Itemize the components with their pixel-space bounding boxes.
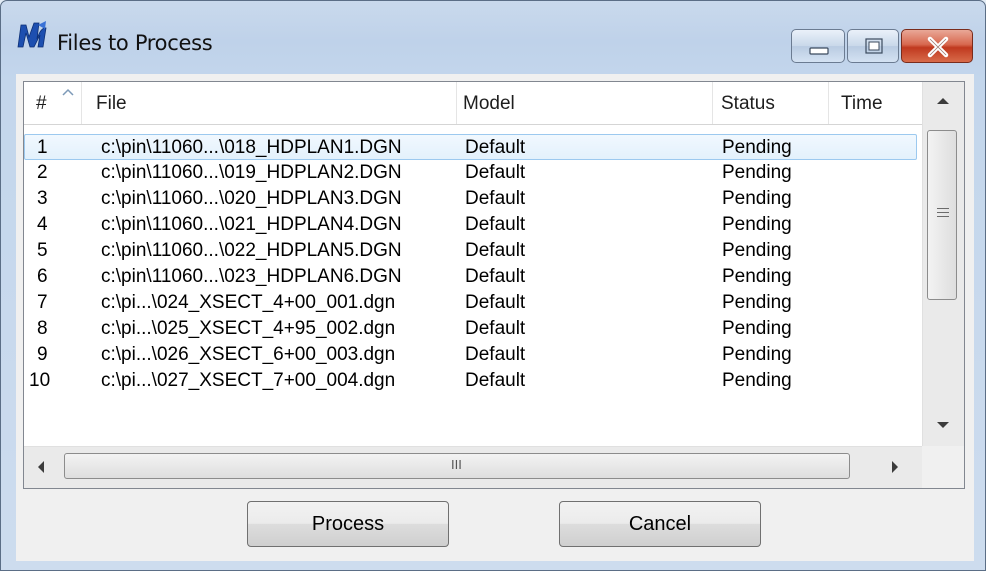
row-number: 7 <box>37 292 48 313</box>
column-header-number[interactable]: # <box>24 82 82 124</box>
table-row[interactable]: 9 c:\pi...\026_XSECT_6+00_003.dgn Defaul… <box>24 342 917 368</box>
column-header-label: # <box>36 93 47 114</box>
files-list-view[interactable]: # File Model Status Time 1 c:\pin\11060.… <box>23 81 965 489</box>
row-model: Default <box>465 266 526 287</box>
row-file: c:\pin\11060...\018_HDPLAN1.DGN <box>101 137 402 158</box>
scroll-grip-label: III <box>451 457 462 472</box>
row-model: Default <box>465 137 526 158</box>
column-header-label: Status <box>721 93 775 114</box>
row-file: c:\pin\11060...\021_HDPLAN4.DGN <box>101 214 402 235</box>
scroll-up-arrow-icon[interactable] <box>935 96 951 106</box>
row-status: Pending <box>722 344 792 365</box>
vertical-scroll-thumb[interactable] <box>927 130 957 300</box>
column-header-model[interactable]: Model <box>457 82 713 124</box>
maximize-icon <box>865 38 883 54</box>
table-row[interactable]: 4 c:\pin\11060...\021_HDPLAN4.DGN Defaul… <box>24 212 917 238</box>
column-header-label: File <box>96 93 127 114</box>
table-row[interactable]: 10 c:\pi...\027_XSECT_7+00_004.dgn Defau… <box>24 368 917 394</box>
row-number: 6 <box>37 266 48 287</box>
minimize-button[interactable] <box>791 29 845 63</box>
row-number: 5 <box>37 240 48 261</box>
row-status: Pending <box>722 370 792 391</box>
title-bar[interactable]: Files to Process <box>1 1 985 63</box>
row-number: 1 <box>37 137 48 158</box>
row-model: Default <box>465 318 526 339</box>
list-header: # File Model Status Time <box>24 82 922 125</box>
row-model: Default <box>465 344 526 365</box>
row-number: 8 <box>37 318 48 339</box>
horizontal-scrollbar[interactable]: III <box>24 446 922 488</box>
column-header-status[interactable]: Status <box>713 82 829 124</box>
sort-ascending-icon <box>62 88 74 96</box>
row-status: Pending <box>722 318 792 339</box>
row-number: 4 <box>37 214 48 235</box>
row-file: c:\pin\11060...\020_HDPLAN3.DGN <box>101 188 402 209</box>
column-header-file[interactable]: File <box>82 82 457 124</box>
column-header-time[interactable]: Time <box>829 82 922 124</box>
row-file: c:\pin\11060...\022_HDPLAN5.DGN <box>101 240 402 261</box>
files-to-process-dialog: Files to Process # File Model Status Tim… <box>0 0 986 571</box>
table-row[interactable]: 5 c:\pin\11060...\022_HDPLAN5.DGN Defaul… <box>24 238 917 264</box>
row-number: 2 <box>37 162 48 183</box>
row-number: 10 <box>29 370 51 391</box>
row-model: Default <box>465 188 526 209</box>
row-file: c:\pi...\025_XSECT_4+95_002.dgn <box>101 318 396 339</box>
close-icon <box>927 36 949 58</box>
table-row[interactable]: 7 c:\pi...\024_XSECT_4+00_001.dgn Defaul… <box>24 290 917 316</box>
row-number: 9 <box>37 344 48 365</box>
maximize-button[interactable] <box>847 29 899 63</box>
table-row[interactable]: 1 c:\pin\11060...\018_HDPLAN1.DGN Defaul… <box>24 134 917 160</box>
row-file: c:\pi...\026_XSECT_6+00_003.dgn <box>101 344 396 365</box>
scroll-right-arrow-icon[interactable] <box>890 459 900 475</box>
vertical-scrollbar[interactable] <box>922 82 964 446</box>
row-file: c:\pi...\027_XSECT_7+00_004.dgn <box>101 370 396 391</box>
microstation-app-icon <box>17 21 47 48</box>
scroll-down-arrow-icon[interactable] <box>935 420 951 430</box>
row-file: c:\pi...\024_XSECT_4+00_001.dgn <box>101 292 396 313</box>
row-status: Pending <box>722 266 792 287</box>
cancel-button[interactable]: Cancel <box>559 501 761 547</box>
row-number: 3 <box>37 188 48 209</box>
row-status: Pending <box>722 240 792 261</box>
scrollbar-corner <box>922 446 964 488</box>
scroll-left-arrow-icon[interactable] <box>36 459 46 475</box>
row-model: Default <box>465 240 526 261</box>
column-header-label: Time <box>841 93 883 114</box>
row-model: Default <box>465 214 526 235</box>
row-status: Pending <box>722 214 792 235</box>
row-model: Default <box>465 162 526 183</box>
process-button[interactable]: Process <box>247 501 449 547</box>
horizontal-scroll-thumb[interactable]: III <box>64 453 850 479</box>
close-button[interactable] <box>901 29 973 63</box>
table-row[interactable]: 6 c:\pin\11060...\023_HDPLAN6.DGN Defaul… <box>24 264 917 290</box>
window-title: Files to Process <box>57 31 213 55</box>
row-status: Pending <box>722 162 792 183</box>
row-status: Pending <box>722 137 792 158</box>
row-model: Default <box>465 370 526 391</box>
row-file: c:\pin\11060...\023_HDPLAN6.DGN <box>101 266 402 287</box>
table-row[interactable]: 8 c:\pi...\025_XSECT_4+95_002.dgn Defaul… <box>24 316 917 342</box>
row-status: Pending <box>722 188 792 209</box>
row-model: Default <box>465 292 526 313</box>
row-file: c:\pin\11060...\019_HDPLAN2.DGN <box>101 162 402 183</box>
minimize-icon <box>809 47 829 55</box>
table-row[interactable]: 3 c:\pin\11060...\020_HDPLAN3.DGN Defaul… <box>24 186 917 212</box>
row-status: Pending <box>722 292 792 313</box>
table-row[interactable]: 2 c:\pin\11060...\019_HDPLAN2.DGN Defaul… <box>24 160 917 186</box>
column-header-label: Model <box>463 93 515 114</box>
